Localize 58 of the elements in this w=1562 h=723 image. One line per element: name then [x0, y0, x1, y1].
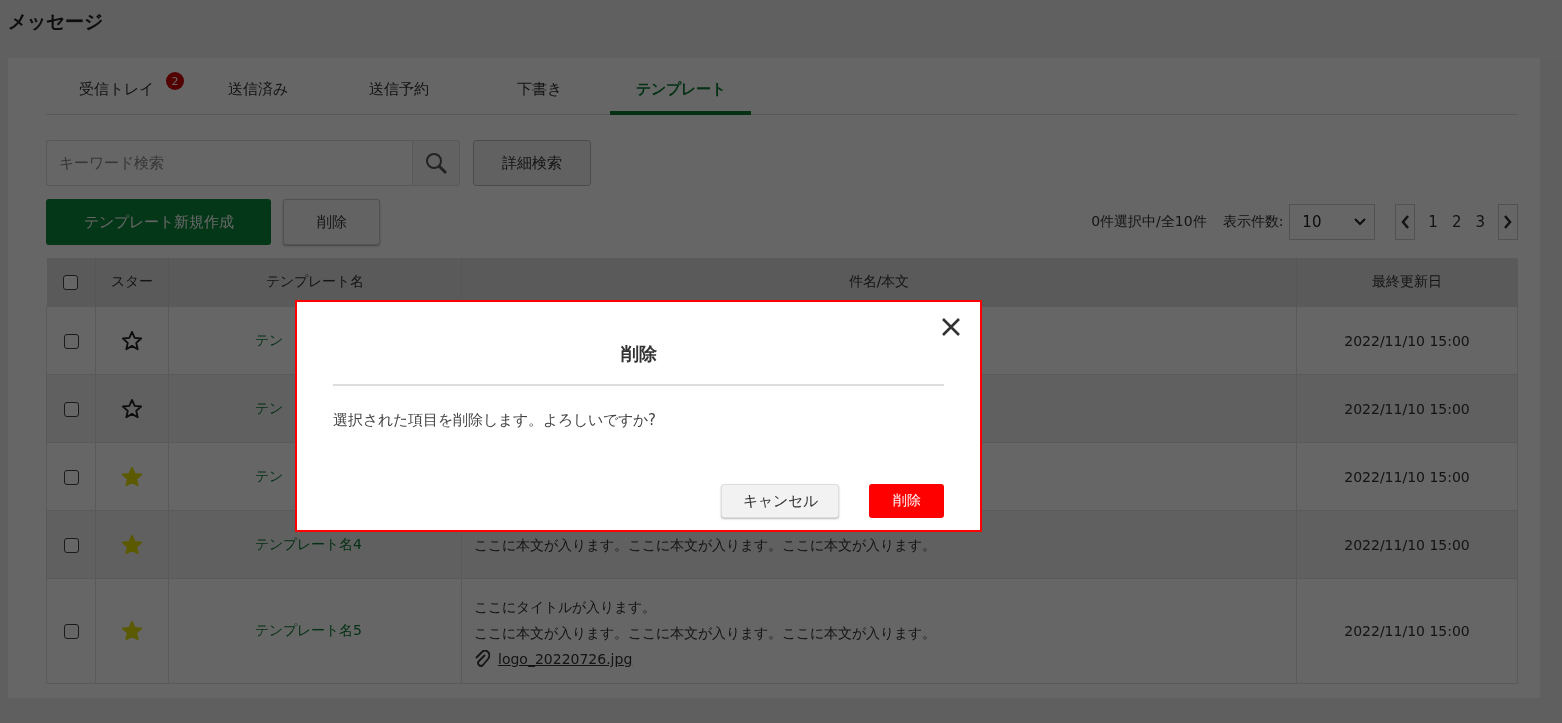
dialog-title: 削除: [333, 342, 944, 386]
tab[interactable]: 送信済み: [187, 68, 328, 115]
updated-date: 2022/11/10 15:00: [1344, 468, 1470, 485]
page-link[interactable]: 1: [1426, 213, 1440, 231]
chevron-right-icon: [1504, 215, 1512, 229]
row-checkbox[interactable]: [63, 624, 79, 640]
updated-date: 2022/11/10 15:00: [1344, 623, 1470, 639]
delete-button[interactable]: 削除: [283, 199, 380, 245]
tab[interactable]: 送信予約: [328, 68, 469, 115]
updated-date: 2022/11/10 15:00: [1344, 400, 1470, 417]
column-header: テンプレート名: [266, 273, 364, 289]
row-checkbox[interactable]: [63, 333, 79, 349]
template-name-link[interactable]: テンプレート名5: [255, 622, 362, 638]
close-icon: [941, 317, 961, 337]
advanced-search-button[interactable]: 詳細検索: [473, 140, 591, 186]
cancel-button[interactable]: キャンセル: [721, 484, 839, 518]
new-template-button[interactable]: テンプレート新規作成: [46, 199, 271, 245]
page-title: メッセージ: [8, 9, 103, 34]
filled-star-icon[interactable]: [121, 533, 143, 556]
message-text: ここに本文が入ります。ここに本文が入ります。ここに本文が入ります。: [474, 624, 937, 643]
search-icon: [424, 151, 448, 175]
previous-page-button[interactable]: [1395, 204, 1416, 240]
message-text: ここにタイトルが入ります。: [474, 598, 657, 617]
filled-star-icon[interactable]: [121, 620, 143, 642]
per-page-label: 表示件数:: [1222, 213, 1284, 231]
paperclip-icon: [474, 650, 490, 668]
row-checkbox[interactable]: [63, 401, 79, 417]
page-link[interactable]: 2: [1449, 213, 1464, 231]
attachment-link[interactable]: logo_20220726.jpg: [498, 651, 633, 667]
select-all-checkbox[interactable]: [63, 275, 79, 291]
chevron-down-icon: [1354, 218, 1367, 226]
template-name-link[interactable]: テン: [255, 331, 283, 348]
unread-count-badge: 2: [166, 72, 184, 90]
updated-date: 2022/11/10 15:00: [1344, 332, 1470, 349]
confirm-delete-button[interactable]: 削除: [869, 484, 944, 518]
star-outline-icon[interactable]: [121, 329, 143, 352]
tab[interactable]: テンプレート: [610, 68, 751, 115]
star-outline-icon[interactable]: [121, 397, 143, 420]
per-page-select[interactable]: 10: [1289, 204, 1376, 240]
selection-count: 0件選択中/全10件: [1091, 213, 1207, 231]
row-checkbox[interactable]: [63, 537, 79, 553]
column-header: 最終更新日: [1372, 273, 1443, 289]
row-checkbox[interactable]: [63, 469, 79, 485]
dialog-message: 選択された項目を削除します。よろしいですか?: [333, 411, 657, 430]
chevron-left-icon: [1401, 215, 1410, 229]
column-header: スター: [111, 273, 153, 289]
filled-star-icon[interactable]: [121, 465, 143, 488]
template-name-link[interactable]: テン: [255, 399, 283, 416]
page-link[interactable]: 3: [1473, 213, 1487, 231]
updated-date: 2022/11/10 15:00: [1344, 536, 1470, 553]
message-text: ここに本文が入ります。ここに本文が入ります。ここに本文が入ります。: [474, 535, 937, 555]
next-page-button[interactable]: [1498, 204, 1518, 240]
column-header: 件名/本文: [848, 273, 910, 289]
search-button[interactable]: [412, 140, 460, 186]
template-name-link[interactable]: テン: [255, 467, 283, 484]
close-button[interactable]: [940, 316, 962, 338]
tab[interactable]: 下書き: [469, 68, 610, 115]
template-name-link[interactable]: テンプレート名4: [255, 535, 362, 552]
